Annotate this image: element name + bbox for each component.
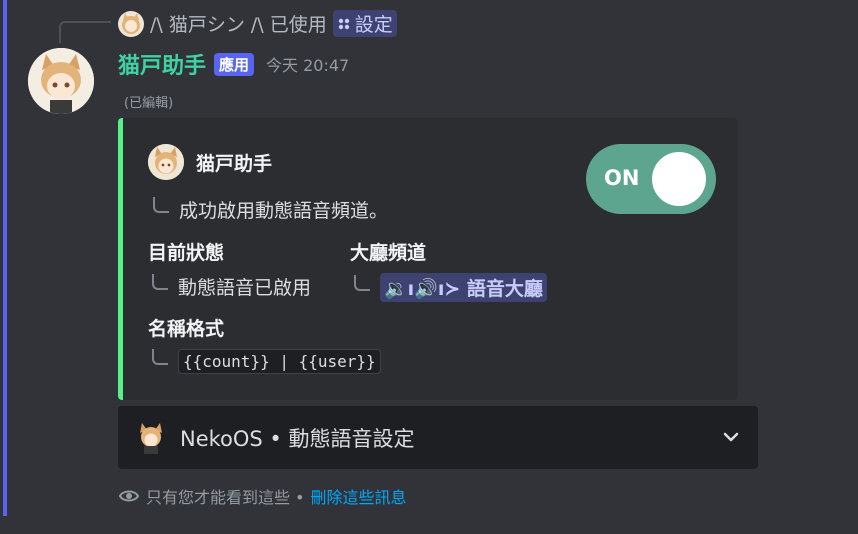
- ephemeral-notice-text: 只有您才能看到這些 •: [146, 488, 305, 507]
- field-name: 目前狀態: [148, 242, 225, 264]
- author-username[interactable]: 猫戸助手: [118, 48, 206, 80]
- edited-label: (已編輯): [124, 96, 174, 111]
- embed-author: 猫戸助手: [148, 144, 272, 180]
- reply-context[interactable]: /\ 猫戸シン /\ 已使用 設定: [118, 10, 397, 37]
- message-timestamp[interactable]: 今天 20:47: [266, 52, 349, 76]
- field-name: 大廳頻道: [350, 242, 427, 264]
- embed-author-name: 猫戸助手: [196, 152, 273, 175]
- reply-used-text: 已使用: [269, 14, 327, 36]
- field-current-status: 目前狀態 動態語音已啟用: [148, 238, 311, 300]
- channel-mention-text: 🔉ı🔊ı≻ 語音大廳: [384, 278, 543, 300]
- select-menu-label: NekoOS • 動態語音設定: [180, 427, 415, 451]
- dismiss-messages-link[interactable]: 刪除這些訊息: [311, 484, 407, 508]
- branch-icon: [152, 348, 168, 365]
- field-value: 動態語音已啟用: [148, 273, 311, 300]
- reply-username[interactable]: /\ 猫戸シン /\: [150, 10, 264, 37]
- author-avatar[interactable]: [28, 48, 94, 114]
- branch-icon: [152, 273, 168, 290]
- branch-icon: [153, 196, 169, 213]
- command-icon: [338, 18, 349, 29]
- message-header: 猫戸助手 應用 今天 20:47: [118, 48, 349, 80]
- settings-select-menu[interactable]: NekoOS • 動態語音設定: [118, 406, 758, 469]
- field-name: 名稱格式: [148, 318, 225, 340]
- toggle-knob: [652, 152, 706, 206]
- reply-user-avatar[interactable]: [118, 10, 144, 37]
- chevron-down-icon: [723, 432, 739, 442]
- field-value-text: 動態語音已啟用: [178, 277, 312, 299]
- status-toggle-image: ON: [586, 144, 716, 214]
- embed-description: 成功啟用動態語音頻道。: [153, 196, 388, 223]
- app-badge: 應用: [214, 52, 255, 76]
- slash-command-mention[interactable]: 設定: [332, 10, 397, 37]
- ephemeral-notice: 只有您才能看到這些 • 刪除這些訊息: [118, 484, 407, 508]
- field-value: 🔉ı🔊ı≻ 語音大廳: [350, 273, 547, 302]
- select-option-icon: [134, 420, 168, 454]
- field-value: {{count}} | {{user}}: [148, 348, 381, 374]
- branch-icon: [354, 274, 370, 291]
- embed-card: 猫戸助手 ON 成功啟用動態語音頻道。 目前狀態 動態語音已啟用 大廳頻道 🔉ı…: [118, 118, 738, 400]
- toggle-label: ON: [604, 166, 640, 190]
- mention-highlight-bar: [3, 0, 7, 516]
- inline-code: {{count}} | {{user}}: [178, 349, 381, 374]
- eye-icon: [118, 490, 140, 502]
- embed-description-text: 成功啟用動態語音頻道。: [179, 200, 389, 222]
- field-lobby-channel: 大廳頻道 🔉ı🔊ı≻ 語音大廳: [350, 238, 547, 302]
- slash-command-name: 設定: [354, 14, 393, 36]
- field-name-format: 名稱格式 {{count}} | {{user}}: [148, 314, 381, 374]
- reply-connector: [59, 21, 111, 43]
- embed-author-avatar: [148, 144, 184, 180]
- channel-mention[interactable]: 🔉ı🔊ı≻ 語音大廳: [380, 273, 547, 302]
